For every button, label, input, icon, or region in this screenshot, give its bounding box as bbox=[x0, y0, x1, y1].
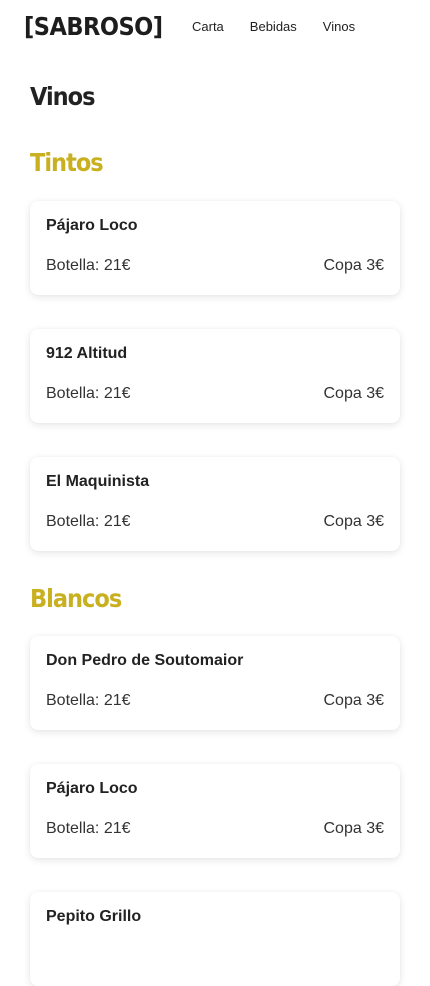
section-title-blancos: Blancos bbox=[30, 584, 122, 613]
page-title: Vinos bbox=[30, 82, 96, 111]
bottle-price: Botella: 21€ bbox=[46, 820, 131, 837]
bottle-price: Botella: 21€ bbox=[46, 257, 131, 274]
glass-price: Copa 3€ bbox=[323, 385, 385, 402]
bottle-price: Botella: 21€ bbox=[46, 513, 131, 530]
wine-card: Don Pedro de Soutomaior Botella: 21€ Cop… bbox=[30, 636, 400, 730]
bottle-price: Botella: 21€ bbox=[46, 385, 131, 402]
nav-link-vinos[interactable]: Vinos bbox=[323, 19, 355, 35]
site-header: [SABROSO] Carta Bebidas Vinos bbox=[0, 0, 430, 56]
wine-name: Pepito Grillo bbox=[46, 908, 142, 925]
nav-link-bebidas[interactable]: Bebidas bbox=[250, 19, 297, 35]
wine-card: 912 Altitud Botella: 21€ Copa 3€ bbox=[30, 329, 400, 423]
bottle-price: Botella: 21€ bbox=[46, 692, 131, 709]
wine-card: Pájaro Loco Botella: 21€ Copa 3€ bbox=[30, 764, 400, 858]
wine-name: Pájaro Loco bbox=[46, 217, 138, 234]
wine-name: 912 Altitud bbox=[46, 345, 128, 362]
wine-card: Pepito Grillo bbox=[30, 892, 400, 986]
section-title-tintos: Tintos bbox=[30, 148, 104, 177]
wine-card: Pájaro Loco Botella: 21€ Copa 3€ bbox=[30, 201, 400, 295]
glass-price: Copa 3€ bbox=[323, 820, 385, 837]
site-logo[interactable]: [SABROSO] bbox=[24, 12, 163, 42]
wine-name: El Maquinista bbox=[46, 473, 150, 490]
wine-name: Pájaro Loco bbox=[46, 780, 138, 797]
wine-name: Don Pedro de Soutomaior bbox=[46, 652, 244, 669]
glass-price: Copa 3€ bbox=[323, 257, 385, 274]
wine-card: El Maquinista Botella: 21€ Copa 3€ bbox=[30, 457, 400, 551]
main-nav: Carta Bebidas Vinos bbox=[192, 19, 381, 35]
nav-link-carta[interactable]: Carta bbox=[192, 19, 224, 35]
glass-price: Copa 3€ bbox=[323, 692, 385, 709]
glass-price: Copa 3€ bbox=[323, 513, 385, 530]
